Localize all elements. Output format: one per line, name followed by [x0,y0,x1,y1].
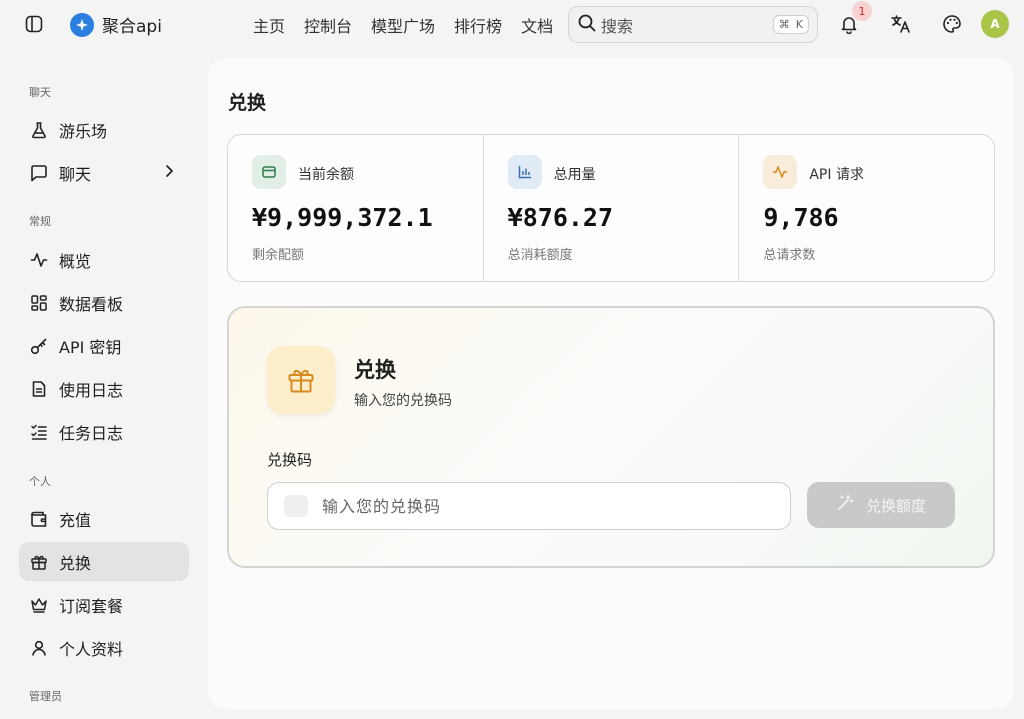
search-box[interactable]: 搜索 ⌘ K [568,6,818,43]
redeem-code-input[interactable] [322,496,790,516]
list-checks-icon [29,422,49,442]
wallet-icon [252,155,286,189]
sidebar-item-profile[interactable]: 个人资料 [19,628,189,667]
sidebar-item-chat[interactable]: 聊天 [19,153,189,192]
brand-name: 聚合api [102,17,162,37]
stat-sub: 总请求数 [763,248,816,263]
redeem-button[interactable]: 兑换额度 [807,482,955,528]
sidebar-item-label: 充值 [59,510,92,530]
notification-badge: 1 [852,1,872,21]
layout-dashboard-icon [29,293,49,313]
search-placeholder: 搜索 [601,16,634,36]
sidebar-item-dashboard[interactable]: 数据看板 [19,283,189,322]
sidebar-item-label: 游乐场 [59,121,108,141]
top-nav: 主页 控制台 模型广场 排行榜 文档 [253,13,553,37]
redeem-title: 兑换 [354,358,396,382]
brand[interactable]: 聚合api [70,12,162,37]
brand-logo-icon [70,12,94,37]
nav-home[interactable]: 主页 [253,13,285,37]
message-square-icon [29,163,49,183]
key-icon [29,336,49,356]
user-icon [29,638,49,658]
activity-icon [29,250,49,270]
sidebar-section-general: 常规 [29,215,51,228]
sidebar-item-label: 兑换 [59,553,92,573]
top-bar: 聚合api 主页 控制台 模型广场 排行榜 文档 搜索 ⌘ K 1 A [0,0,1024,48]
nav-leaderboard[interactable]: 排行榜 [454,13,502,37]
wand-icon [836,494,854,516]
sidebar: 聊天 游乐场 聊天 常规 概览 数据看板 API 密钥 使用日志 任务日志 个人… [0,48,208,719]
sidebar-item-label: 使用日志 [59,380,124,400]
sidebar-item-redeem[interactable]: 兑换 [19,542,189,581]
sidebar-item-usage-logs[interactable]: 使用日志 [19,369,189,408]
activity-icon [763,155,798,189]
palette-icon[interactable] [940,12,964,36]
stat-value: ¥9,999,372.1 [252,203,433,232]
stat-sub: 剩余配额 [252,248,305,263]
sidebar-section-personal: 个人 [29,475,51,488]
translate-icon[interactable] [889,12,913,36]
stat-label: 当前余额 [298,167,354,183]
stat-label: API 请求 [809,167,864,183]
shortcut-key: K [795,18,803,31]
sidebar-item-playground[interactable]: 游乐场 [19,110,189,149]
nav-model-square[interactable]: 模型广场 [371,13,435,37]
redeem-button-label: 兑换额度 [865,496,926,515]
redeem-code-field[interactable] [267,482,791,530]
gift-icon [29,552,49,572]
gift-icon [267,346,335,414]
sidebar-item-subscription[interactable]: 订阅套餐 [19,585,189,624]
sidebar-item-overview[interactable]: 概览 [19,240,189,279]
sidebar-toggle-icon[interactable] [24,14,44,34]
sidebar-item-label: 订阅套餐 [59,596,124,616]
wallet-icon [29,509,49,529]
redeem-code-label: 兑换码 [267,451,313,469]
stats-card: 当前余额 ¥9,999,372.1 剩余配额 总用量 ¥876.27 总消耗额度… [227,134,995,282]
bar-chart-icon [507,155,542,189]
sidebar-item-label: 概览 [59,251,92,271]
stat-requests: API 请求 9,786 总请求数 [738,135,994,281]
search-shortcut: ⌘ K [772,15,809,34]
nav-console[interactable]: 控制台 [304,13,352,37]
redeem-card: 兑换 输入您的兑换码 兑换码 兑换额度 [227,306,995,568]
sidebar-item-topup[interactable]: 充值 [19,499,189,538]
file-text-icon [29,379,49,399]
chevron-right-icon[interactable] [161,163,177,183]
sidebar-section-admin: 管理员 [29,690,62,703]
page-title: 兑换 [228,92,267,114]
stat-value: 9,786 [763,203,839,232]
stat-sub: 总消耗额度 [507,248,573,263]
crown-icon [29,595,49,615]
stat-value: ¥876.27 [507,203,614,232]
sidebar-item-label: 个人资料 [59,639,124,659]
sidebar-item-label: API 密钥 [59,337,122,357]
stat-balance: 当前余额 ¥9,999,372.1 剩余配额 [228,135,483,281]
stat-label: 总用量 [553,167,596,183]
search-icon [577,13,597,37]
stat-usage: 总用量 ¥876.27 总消耗额度 [482,135,739,281]
sidebar-item-task-logs[interactable]: 任务日志 [19,412,189,451]
nav-docs[interactable]: 文档 [521,13,553,37]
sidebar-item-label: 聊天 [59,164,92,184]
sidebar-section-chat: 聊天 [29,86,51,99]
sidebar-item-api-keys[interactable]: API 密钥 [19,326,189,365]
command-key-icon: ⌘ [778,18,790,31]
sidebar-item-label: 任务日志 [59,423,124,443]
flask-icon [29,120,49,140]
avatar[interactable]: A [981,10,1009,38]
main-panel: 兑换 当前余额 ¥9,999,372.1 剩余配额 总用量 ¥876.27 总消… [208,58,1014,709]
sidebar-item-label: 数据看板 [59,294,124,314]
redeem-subtitle: 输入您的兑换码 [354,393,452,409]
field-prefix-icon [284,495,308,517]
